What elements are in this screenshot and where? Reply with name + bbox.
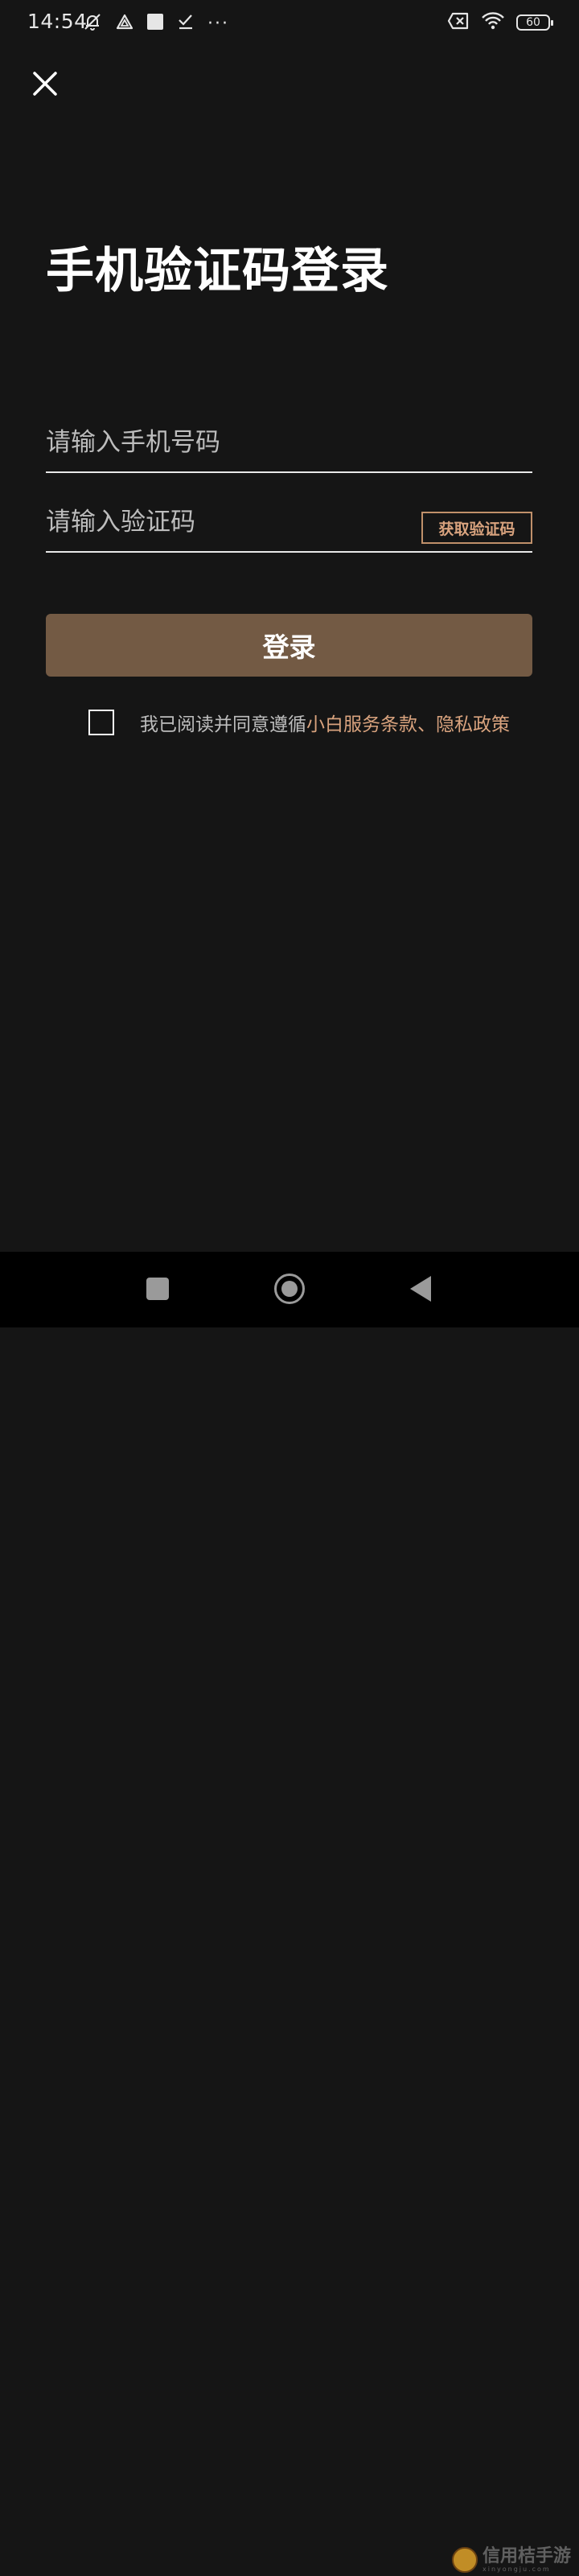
watermark-logo-icon — [452, 2547, 478, 2573]
close-button[interactable] — [27, 66, 63, 101]
navigation-bar: 信用桔手游 xinyongju.com — [0, 1252, 579, 2573]
agreement-row: 我已阅读并同意遵循 小白服务条款、隐私政策 — [88, 708, 510, 737]
status-time: 14:54 — [27, 10, 88, 33]
watermark: 信用桔手游 xinyongju.com — [452, 2544, 571, 2576]
watermark-text-wrap: 信用桔手游 xinyongju.com — [482, 2547, 571, 2573]
status-left-icons: ··· — [82, 11, 229, 35]
agreement-checkbox[interactable] — [88, 710, 114, 735]
login-button[interactable]: 登录 — [46, 614, 532, 677]
agreement-text: 我已阅读并同意遵循 — [140, 714, 306, 735]
battery-icon: 60 — [516, 14, 553, 31]
square-app-icon — [146, 13, 164, 34]
wifi-icon — [481, 11, 505, 34]
get-code-button[interactable]: 获取验证码 — [421, 512, 532, 544]
close-icon — [33, 72, 57, 96]
download-check-icon — [177, 13, 195, 34]
sim-off-icon — [447, 12, 470, 33]
status-right-icons: 60 — [447, 11, 553, 34]
more-dots-icon: ··· — [207, 13, 229, 34]
code-input[interactable] — [46, 504, 384, 540]
phone-input[interactable] — [46, 425, 384, 460]
code-field: 获取验证码 — [46, 496, 532, 553]
recent-apps-button[interactable] — [146, 1278, 169, 1300]
watermark-subtext: xinyongju.com — [482, 2566, 551, 2573]
back-button[interactable] — [410, 1276, 431, 1302]
watermark-text: 信用桔手游 — [482, 2545, 572, 2566]
home-button[interactable] — [274, 1274, 305, 1304]
triangle-app-icon — [116, 13, 133, 34]
bell-off-icon — [82, 11, 103, 35]
status-bar: 14:54 ··· 60 — [0, 0, 579, 45]
agreement-links[interactable]: 小白服务条款、隐私政策 — [306, 709, 510, 736]
phone-field — [46, 417, 532, 473]
page-title: 手机验证码登录 — [46, 243, 389, 299]
